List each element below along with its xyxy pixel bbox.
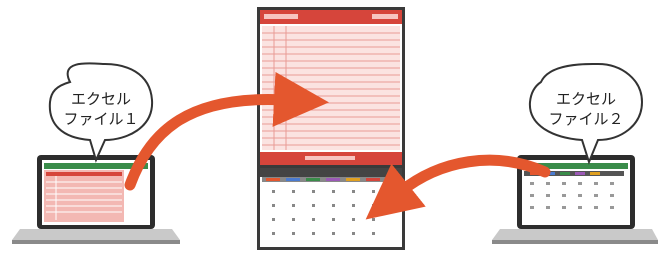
- laptop-left: [12, 155, 180, 244]
- diagram-canvas: エクセル ファイル１ エクセル ファイル２: [12, 7, 658, 250]
- speech-bubble-left: エクセル ファイル１: [48, 62, 154, 163]
- bubble-left-line2: ファイル１: [63, 110, 138, 128]
- printed-sheet: [257, 7, 405, 250]
- speech-bubble-right: エクセル ファイル２: [528, 62, 644, 165]
- bubble-left-line1: エクセル: [71, 90, 131, 108]
- bubble-right-line1: エクセル: [556, 90, 616, 108]
- bubble-right-line2: ファイル２: [548, 110, 623, 128]
